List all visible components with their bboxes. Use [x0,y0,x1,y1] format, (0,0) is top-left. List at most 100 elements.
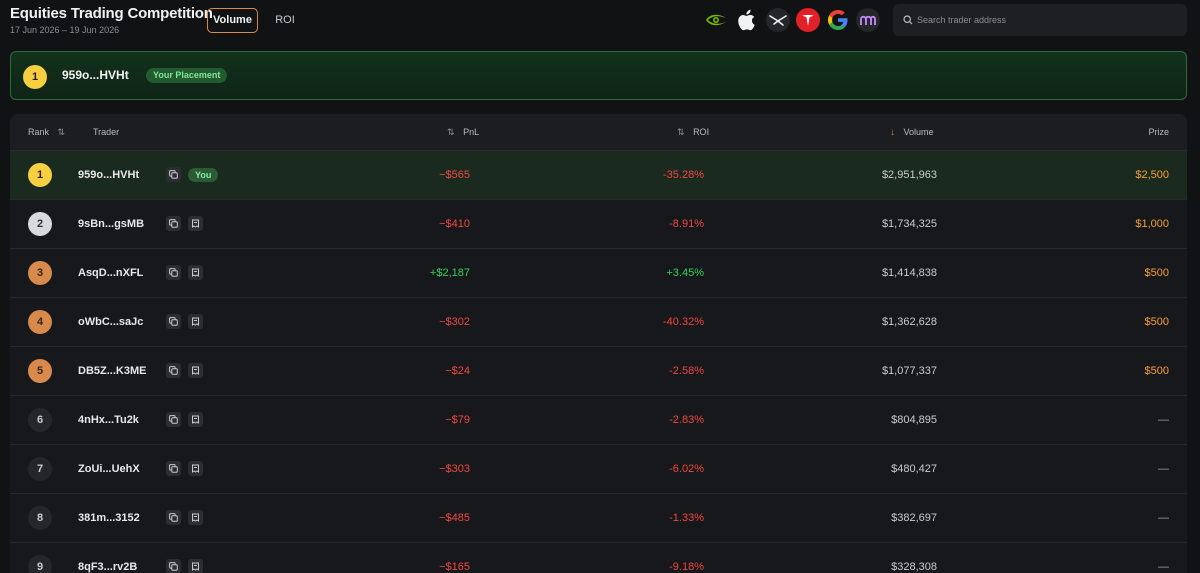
copy-icon [169,562,178,571]
receipt-icon [192,415,199,424]
your-placement-badge: Your Placement [146,68,228,83]
col-pnl[interactable]: ⇅ PnL [447,127,479,138]
view-profile-button[interactable] [188,461,203,476]
top-bar: Equities Trading Competition 17 Jun 2026… [0,0,1200,44]
col-roi[interactable]: ⇅ ROI [677,127,709,138]
trader-address[interactable]: 381m...3152 [78,512,140,524]
date-range: 17 Jun 2026 – 19 Jun 2026 [10,25,120,35]
table-row[interactable]: 7 ZoUi...UehX −$303 -6.02% $480,427 — [10,445,1187,494]
spacex-logo[interactable] [766,8,790,32]
view-profile-button[interactable] [188,314,203,329]
view-profile-button[interactable] [188,510,203,525]
copy-icon [169,464,178,473]
volume-value: $382,697 [891,512,937,524]
copy-icon [169,219,178,228]
copy-address-button[interactable] [166,265,181,280]
prize-value: $500 [1144,365,1169,377]
table-row[interactable]: 8 381m...3152 −$485 -1.33% $382,697 — [10,494,1187,543]
search-box[interactable] [893,4,1187,36]
apple-logo[interactable] [736,8,760,32]
trader-address[interactable]: 9sBn...gsMB [78,218,144,230]
copy-address-button[interactable] [166,510,181,525]
placement-rank-medal: 1 [23,65,47,89]
trader-address[interactable]: 4nHx...Tu2k [78,414,139,426]
nvidia-logo[interactable] [704,8,728,32]
table-row[interactable]: 4 oWbC...saJc −$302 -40.32% $1,362,628 $500 [10,298,1187,347]
roi-value: -8.91% [669,218,704,230]
trader-address[interactable]: ZoUi...UehX [78,463,140,475]
rank-medal: 1 [28,163,52,187]
leaderboard-table: Rank ⇅ Trader ⇅ PnL ⇅ ROI ↓ Volume Prize… [10,114,1187,573]
trader-address[interactable]: AsqD...nXFL [78,267,143,279]
pnl-value: −$302 [439,316,470,328]
sort-icon: ⇅ [677,127,685,137]
rank-medal: 7 [28,457,52,481]
copy-address-button[interactable] [166,461,181,476]
tab-roi[interactable]: ROI [266,8,304,33]
prize-value: $500 [1144,316,1169,328]
col-rank[interactable]: Rank ⇅ [28,127,65,138]
trader-address[interactable]: 8qF3...rv2B [78,561,137,573]
volume-value: $804,895 [891,414,937,426]
pnl-value: −$565 [439,169,470,181]
copy-address-button[interactable] [166,314,181,329]
receipt-icon [192,219,199,228]
table-row[interactable]: 5 DB5Z...K3ME −$24 -2.58% $1,077,337 $500 [10,347,1187,396]
view-profile-button[interactable] [188,363,203,378]
table-row[interactable]: 3 AsqD...nXFL +$2,187 +3.45% $1,414,838 $500 [10,249,1187,298]
table-row[interactable]: 9 8qF3...rv2B −$165 -9.18% $328,308 — [10,543,1187,573]
your-placement-card: 1 959o...HVHt Your Placement [10,51,1187,100]
roi-value: -2.83% [669,414,704,426]
pnl-value: −$303 [439,463,470,475]
table-row[interactable]: 6 4nHx...Tu2k −$79 -2.83% $804,895 — [10,396,1187,445]
volume-value: $1,362,628 [881,316,937,328]
roi-value: -40.32% [663,316,704,328]
volume-value: $1,077,337 [881,365,937,377]
prize-value: — [1158,561,1169,573]
trader-address[interactable]: 959o...HVHt [78,169,139,181]
roi-value: -2.58% [669,365,704,377]
rank-medal: 9 [28,555,52,573]
copy-address-button[interactable] [166,412,181,427]
prize-value: — [1158,414,1169,426]
google-logo[interactable] [826,8,850,32]
trader-address[interactable]: DB5Z...K3ME [78,365,146,377]
volume-value: $328,308 [891,561,937,573]
sort-desc-icon: ↓ [890,127,895,138]
tesla-logo[interactable] [796,8,820,32]
trader-address[interactable]: oWbC...saJc [78,316,143,328]
prize-value: $1,000 [1135,218,1169,230]
receipt-icon [192,268,199,277]
rank-medal: 8 [28,506,52,530]
pnl-value: −$410 [439,218,470,230]
table-row[interactable]: 2 9sBn...gsMB −$410 -8.91% $1,734,325 $1,000 [10,200,1187,249]
view-profile-button[interactable] [188,559,203,573]
placement-address[interactable]: 959o...HVHt [62,68,129,82]
search-input[interactable] [917,4,1177,36]
copy-icon [169,415,178,424]
prize-value: — [1158,463,1169,475]
copy-icon [169,170,178,179]
rank-medal: 5 [28,359,52,383]
view-profile-button[interactable] [188,265,203,280]
copy-icon [169,268,178,277]
copy-address-button[interactable] [166,167,181,182]
roi-value: -6.02% [669,463,704,475]
meta-logo[interactable] [856,8,880,32]
copy-address-button[interactable] [166,363,181,378]
page-title: Equities Trading Competition [10,5,213,22]
view-profile-button[interactable] [188,216,203,231]
col-volume[interactable]: ↓ Volume [890,127,934,138]
copy-address-button[interactable] [166,559,181,573]
table-row[interactable]: 1 959o...HVHt You −$565 -35.28% $2,951,963 $2,… [10,151,1187,200]
receipt-icon [192,513,199,522]
volume-value: $1,734,325 [881,218,937,230]
view-profile-button[interactable] [188,412,203,427]
rank-medal: 2 [28,212,52,236]
tab-volume[interactable]: Volume [207,8,258,33]
rank-medal: 4 [28,310,52,334]
roi-value: +3.45% [666,267,704,279]
copy-icon [169,513,178,522]
copy-address-button[interactable] [166,216,181,231]
prize-value: — [1158,512,1169,524]
